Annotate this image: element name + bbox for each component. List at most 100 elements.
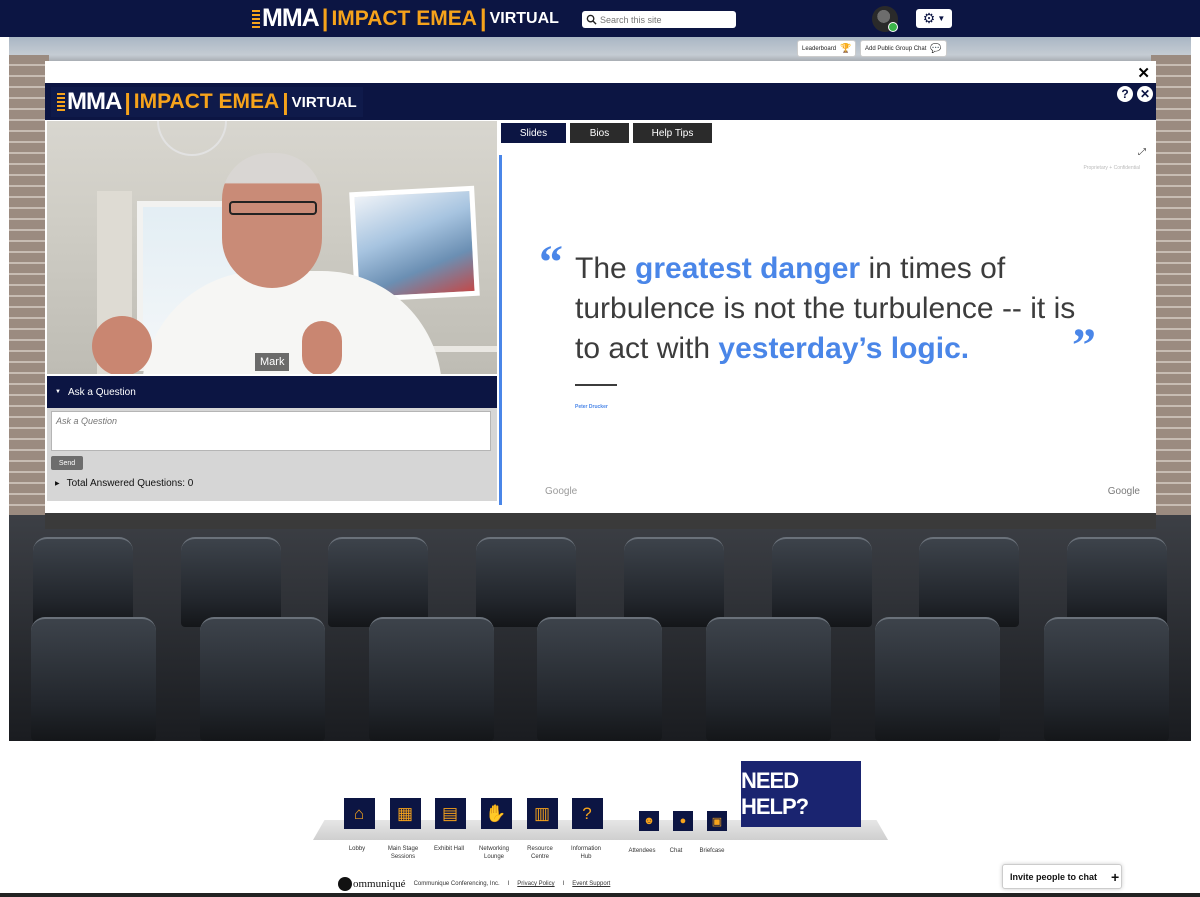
gear-icon: ⚙ (922, 10, 936, 26)
group-chat-label: Add Public Group Chat (865, 45, 927, 52)
slide-quote: The greatest danger in times of turbulen… (575, 249, 1095, 369)
nav-attendees[interactable]: ☻ (632, 798, 666, 831)
search-input[interactable] (600, 14, 730, 25)
footer: ommuniqué Communique Conferencing, Inc. … (338, 877, 610, 891)
chat-bubbles-icon: 💬 (930, 43, 942, 53)
attendees-icon: ☻ (639, 811, 659, 831)
help-icon[interactable]: ? (1117, 86, 1133, 102)
seat (537, 617, 663, 741)
seat (180, 537, 281, 627)
session-modal: ✕ MMA | IMPACT EMEA | VIRTUAL ? ✕ Mark ▼… (45, 61, 1156, 529)
seat (771, 537, 872, 627)
caret-down-icon: ▼ (55, 389, 61, 395)
modal-event-logo: MMA | IMPACT EMEA | VIRTUAL (51, 87, 363, 117)
ask-question-title: Ask a Question (67, 386, 136, 398)
slide-view: Proprietary + Confidential “ The greates… (499, 155, 1154, 505)
logo-impact: IMPACT EMEA (133, 90, 280, 113)
caret-right-icon: ▶ (55, 481, 60, 487)
need-help-button[interactable]: NEED HELP? (741, 761, 861, 827)
event-logo[interactable]: MMA | IMPACT EMEA | VIRTUAL (252, 4, 559, 32)
quote-highlight: greatest danger (635, 252, 861, 285)
quote-divider (575, 384, 617, 386)
slide-footer-logo-left: Google (545, 486, 578, 497)
seat (30, 617, 156, 741)
speaker-video[interactable]: Mark (47, 121, 497, 374)
plus-icon: + (1111, 868, 1120, 885)
leaderboard-button[interactable]: Leaderboard 🏆 (797, 40, 857, 57)
footer-company: Communique Conferencing, Inc. (413, 881, 500, 887)
group-chat-button[interactable]: Add Public Group Chat 💬 (860, 40, 947, 57)
exhibit-icon: ▤ (434, 798, 466, 829)
home-icon: ⌂ (343, 798, 375, 829)
seat (199, 617, 325, 741)
nav-networking-lounge[interactable]: ✋ (479, 798, 513, 829)
tab-help-tips[interactable]: Help Tips (633, 123, 712, 143)
online-status-icon (888, 22, 898, 32)
logo-separator: | (321, 4, 329, 32)
nav-lobby[interactable]: ⌂ (342, 798, 376, 829)
handshake-icon: ✋ (480, 798, 512, 829)
close-quote-mark: ” (1072, 319, 1096, 372)
trophy-icon: 🏆 (840, 43, 852, 53)
privacy-policy-link[interactable]: Privacy Policy (517, 881, 554, 887)
speaker-hand (92, 316, 152, 374)
close-icon[interactable]: ✕ (1137, 64, 1150, 82)
communique-wordmark: ommuniqué (353, 878, 406, 890)
close-circle-icon[interactable]: ✕ (1137, 86, 1153, 102)
info-gear-icon: ? (571, 798, 603, 829)
seat (919, 537, 1020, 627)
chat-icon: ● (673, 811, 693, 831)
tab-slides[interactable]: Slides (501, 123, 566, 143)
modal-top-strip: ✕ (45, 61, 1156, 83)
seat (623, 537, 724, 627)
site-search[interactable] (582, 11, 736, 28)
seat (1067, 537, 1168, 627)
tab-bios[interactable]: Bios (570, 123, 629, 143)
send-button[interactable]: Send (51, 456, 83, 470)
quote-text: The (575, 252, 636, 285)
nav-briefcase[interactable]: ▣ (700, 798, 734, 831)
brick-wall-left (9, 55, 49, 515)
bottom-edge (0, 893, 1200, 897)
communique-c-icon (338, 877, 352, 891)
event-support-link[interactable]: Event Support (572, 881, 610, 887)
stage-icon: ▦ (389, 798, 421, 829)
seat (1043, 617, 1169, 741)
nav-resource-centre[interactable]: ▥ (525, 798, 559, 829)
modal-header: MMA | IMPACT EMEA | VIRTUAL (45, 83, 1156, 120)
answered-questions-label: Total Answered Questions: 0 (66, 478, 194, 489)
quote-highlight: yesterday’s logic. (718, 332, 970, 365)
leaderboard-label: Leaderboard (802, 45, 837, 52)
modal-bottom-bar (45, 513, 1156, 529)
briefcase-icon: ▣ (707, 811, 727, 831)
communique-logo: ommuniqué (338, 877, 406, 891)
search-icon (586, 14, 597, 25)
footer-divider: I (507, 881, 510, 887)
seat (32, 537, 133, 627)
top-navigation-bar: MMA | IMPACT EMEA | VIRTUAL ⚙ ▼ (0, 0, 1200, 37)
seat-row (9, 537, 1191, 627)
answered-questions-toggle[interactable]: ▶ Total Answered Questions: 0 (55, 478, 193, 489)
question-input[interactable] (51, 411, 491, 451)
settings-button[interactable]: ⚙ ▼ (916, 9, 952, 28)
ask-question-toggle[interactable]: ▼ Ask a Question (47, 376, 497, 408)
invite-to-chat-button[interactable]: Invite people to chat + (1002, 864, 1122, 889)
library-icon: ▥ (526, 798, 558, 829)
speaker-head (222, 153, 322, 288)
logo-separator: | (282, 88, 289, 115)
logo-separator: | (479, 4, 487, 32)
slide-confidential-note: Proprietary + Confidential (1083, 165, 1140, 171)
seat (476, 537, 577, 627)
seat (328, 537, 429, 627)
ask-question-panel: Send ▶ Total Answered Questions: 0 (47, 408, 497, 501)
chandelier (157, 121, 227, 156)
logo-virtual: VIRTUAL (291, 93, 357, 111)
logo-stripes (57, 93, 65, 111)
nav-information-hub[interactable]: ? (570, 798, 604, 829)
speaker-name-label: Mark (255, 353, 290, 371)
open-quote-mark: “ (539, 236, 563, 289)
nav-chat[interactable]: ● (666, 798, 700, 831)
seat (368, 617, 494, 741)
nav-exhibit-hall[interactable]: ▤ (433, 798, 467, 829)
nav-main-stage[interactable]: ▦ (388, 798, 422, 829)
